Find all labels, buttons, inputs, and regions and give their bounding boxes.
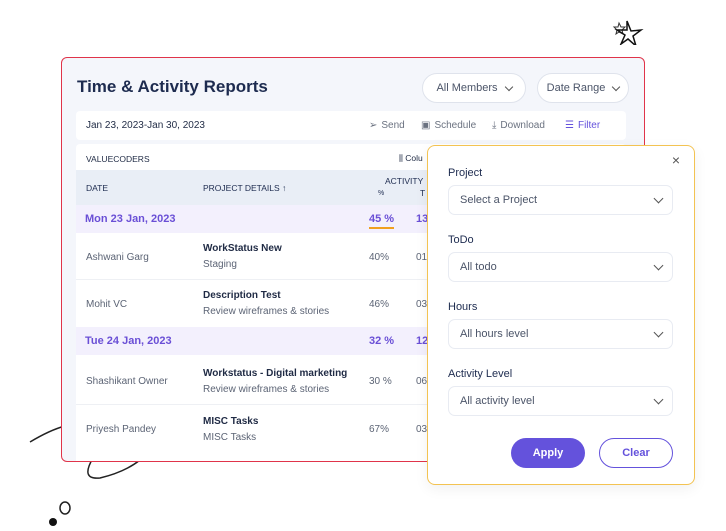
activity-value: 40% [369,252,390,263]
chevron-down-icon [653,327,664,338]
time-value: 06 [416,376,428,387]
activity-value: 67% [369,424,390,435]
filter-button[interactable]: ☰ Filter [565,120,600,131]
header-date[interactable]: DATE [86,183,108,193]
download-icon: ⤓ [492,120,497,131]
chevron-down-icon [612,82,621,91]
date-range-dropdown[interactable]: Date Range [537,73,629,103]
header-activity: ACTIVITY [385,176,424,186]
group-date: Tue 24 Jan, 2023 [85,335,172,347]
activity-value: 30 % [369,376,392,387]
activity-level-select[interactable]: All activity level [448,386,673,416]
star-doodle-icon [612,20,644,45]
project-name: MISC Tasks [203,416,259,427]
hours-select[interactable]: All hours level [448,319,673,349]
send-button[interactable]: ➢ Send [369,120,405,131]
project-name: Description Test [203,290,281,301]
chevron-down-icon [653,193,664,204]
activity-level-select-value: All activity level [460,395,535,407]
project-select-value: Select a Project [460,194,538,206]
download-label: Download [500,120,545,131]
filter-icon: ☰ [565,120,574,131]
download-button[interactable]: ⤓ Download [492,120,545,131]
clear-button[interactable]: Clear [599,438,673,468]
group-activity: 32 % [369,335,395,347]
member-name: Priyesh Pandey [86,424,157,435]
group-date: Mon 23 Jan, 2023 [85,213,176,225]
send-icon: ➢ [369,120,378,131]
header-time: T [420,188,426,198]
chevron-down-icon [653,394,664,405]
time-value: 01 [416,252,428,263]
project-name: WorkStatus New [203,243,282,254]
task-name: Staging [203,259,237,270]
task-name: Review wireframes & stories [203,384,330,395]
schedule-label: Schedule [434,120,477,131]
group-activity: 45 % [369,213,395,229]
members-dropdown-label: All Members [436,82,498,94]
close-icon[interactable]: × [672,152,680,168]
chevron-down-icon [653,260,664,271]
project-name: Workstatus - Digital marketing [203,368,348,379]
hours-label: Hours [448,301,478,313]
chevron-down-icon [504,82,513,91]
time-value: 03 [416,299,428,310]
hours-select-value: All hours level [460,328,529,340]
members-dropdown[interactable]: All Members [422,73,526,103]
todo-select[interactable]: All todo [448,252,673,282]
org-name: VALUECODERS [86,154,150,164]
task-name: Review wireframes & stories [203,306,330,317]
date-range-text: Jan 23, 2023-Jan 30, 2023 [86,120,205,131]
send-label: Send [381,120,405,131]
schedule-button[interactable]: ▣ Schedule [421,120,476,131]
member-name: Shashikant Owner [86,376,168,387]
todo-label: ToDo [448,234,474,246]
activity-level-label: Activity Level [448,368,513,380]
calendar-icon: ▣ [421,120,431,131]
member-name: Mohit VC [86,299,128,310]
header-activity-pct: % [378,190,385,197]
project-label: Project [448,167,483,179]
task-name: MISC Tasks [203,432,257,443]
toolbar: Jan 23, 2023-Jan 30, 2023 ➢ Send ▣ Schedul… [76,111,626,140]
header-project[interactable]: PROJECT DETAILS ↑ [203,183,286,193]
project-select[interactable]: Select a Project [448,185,673,215]
columns-label: Colu [405,153,423,163]
page-title: Time & Activity Reports [77,77,268,96]
filter-label: Filter [577,120,601,131]
activity-value: 46% [369,299,390,310]
apply-button[interactable]: Apply [511,438,585,468]
filter-panel: × Project Select a Project ToDo All todo… [427,145,695,485]
columns-button[interactable]: ⫼ Colu [399,153,423,164]
todo-select-value: All todo [460,261,497,273]
date-range-label: Date Range [546,82,606,94]
time-value: 03 [416,424,428,435]
member-name: Ashwani Garg [86,252,149,263]
